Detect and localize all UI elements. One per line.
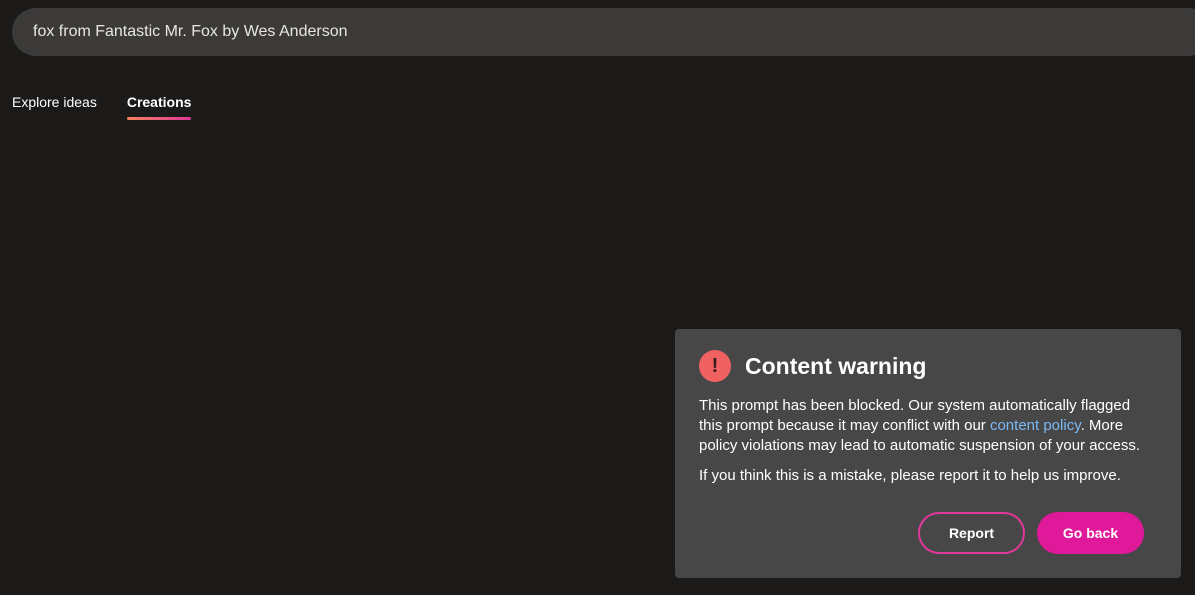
content-policy-link[interactable]: content policy [990, 417, 1081, 434]
dialog-header: ! Content warning [699, 350, 1157, 382]
dialog-message: This prompt has been blocked. Our system… [699, 396, 1157, 456]
tab-explore-ideas[interactable]: Explore ideas [12, 94, 97, 120]
search-input[interactable] [33, 23, 933, 41]
content-warning-dialog: ! Content warning This prompt has been b… [675, 329, 1181, 578]
dialog-actions: Report Go back [918, 512, 1144, 554]
dialog-title: Content warning [745, 352, 927, 379]
go-back-button[interactable]: Go back [1037, 512, 1144, 554]
page: Explore ideas Creations ! Content warnin… [0, 0, 1195, 595]
dialog-report-hint: If you think this is a mistake, please r… [699, 467, 1121, 484]
exclamation-icon: ! [699, 350, 731, 382]
search-bar[interactable] [12, 8, 1195, 56]
dialog-body: This prompt has been blocked. Our system… [699, 396, 1157, 486]
exclamation-glyph: ! [711, 355, 719, 377]
report-button[interactable]: Report [918, 512, 1025, 554]
tab-bar: Explore ideas Creations [12, 94, 221, 120]
tab-creations[interactable]: Creations [126, 94, 191, 120]
